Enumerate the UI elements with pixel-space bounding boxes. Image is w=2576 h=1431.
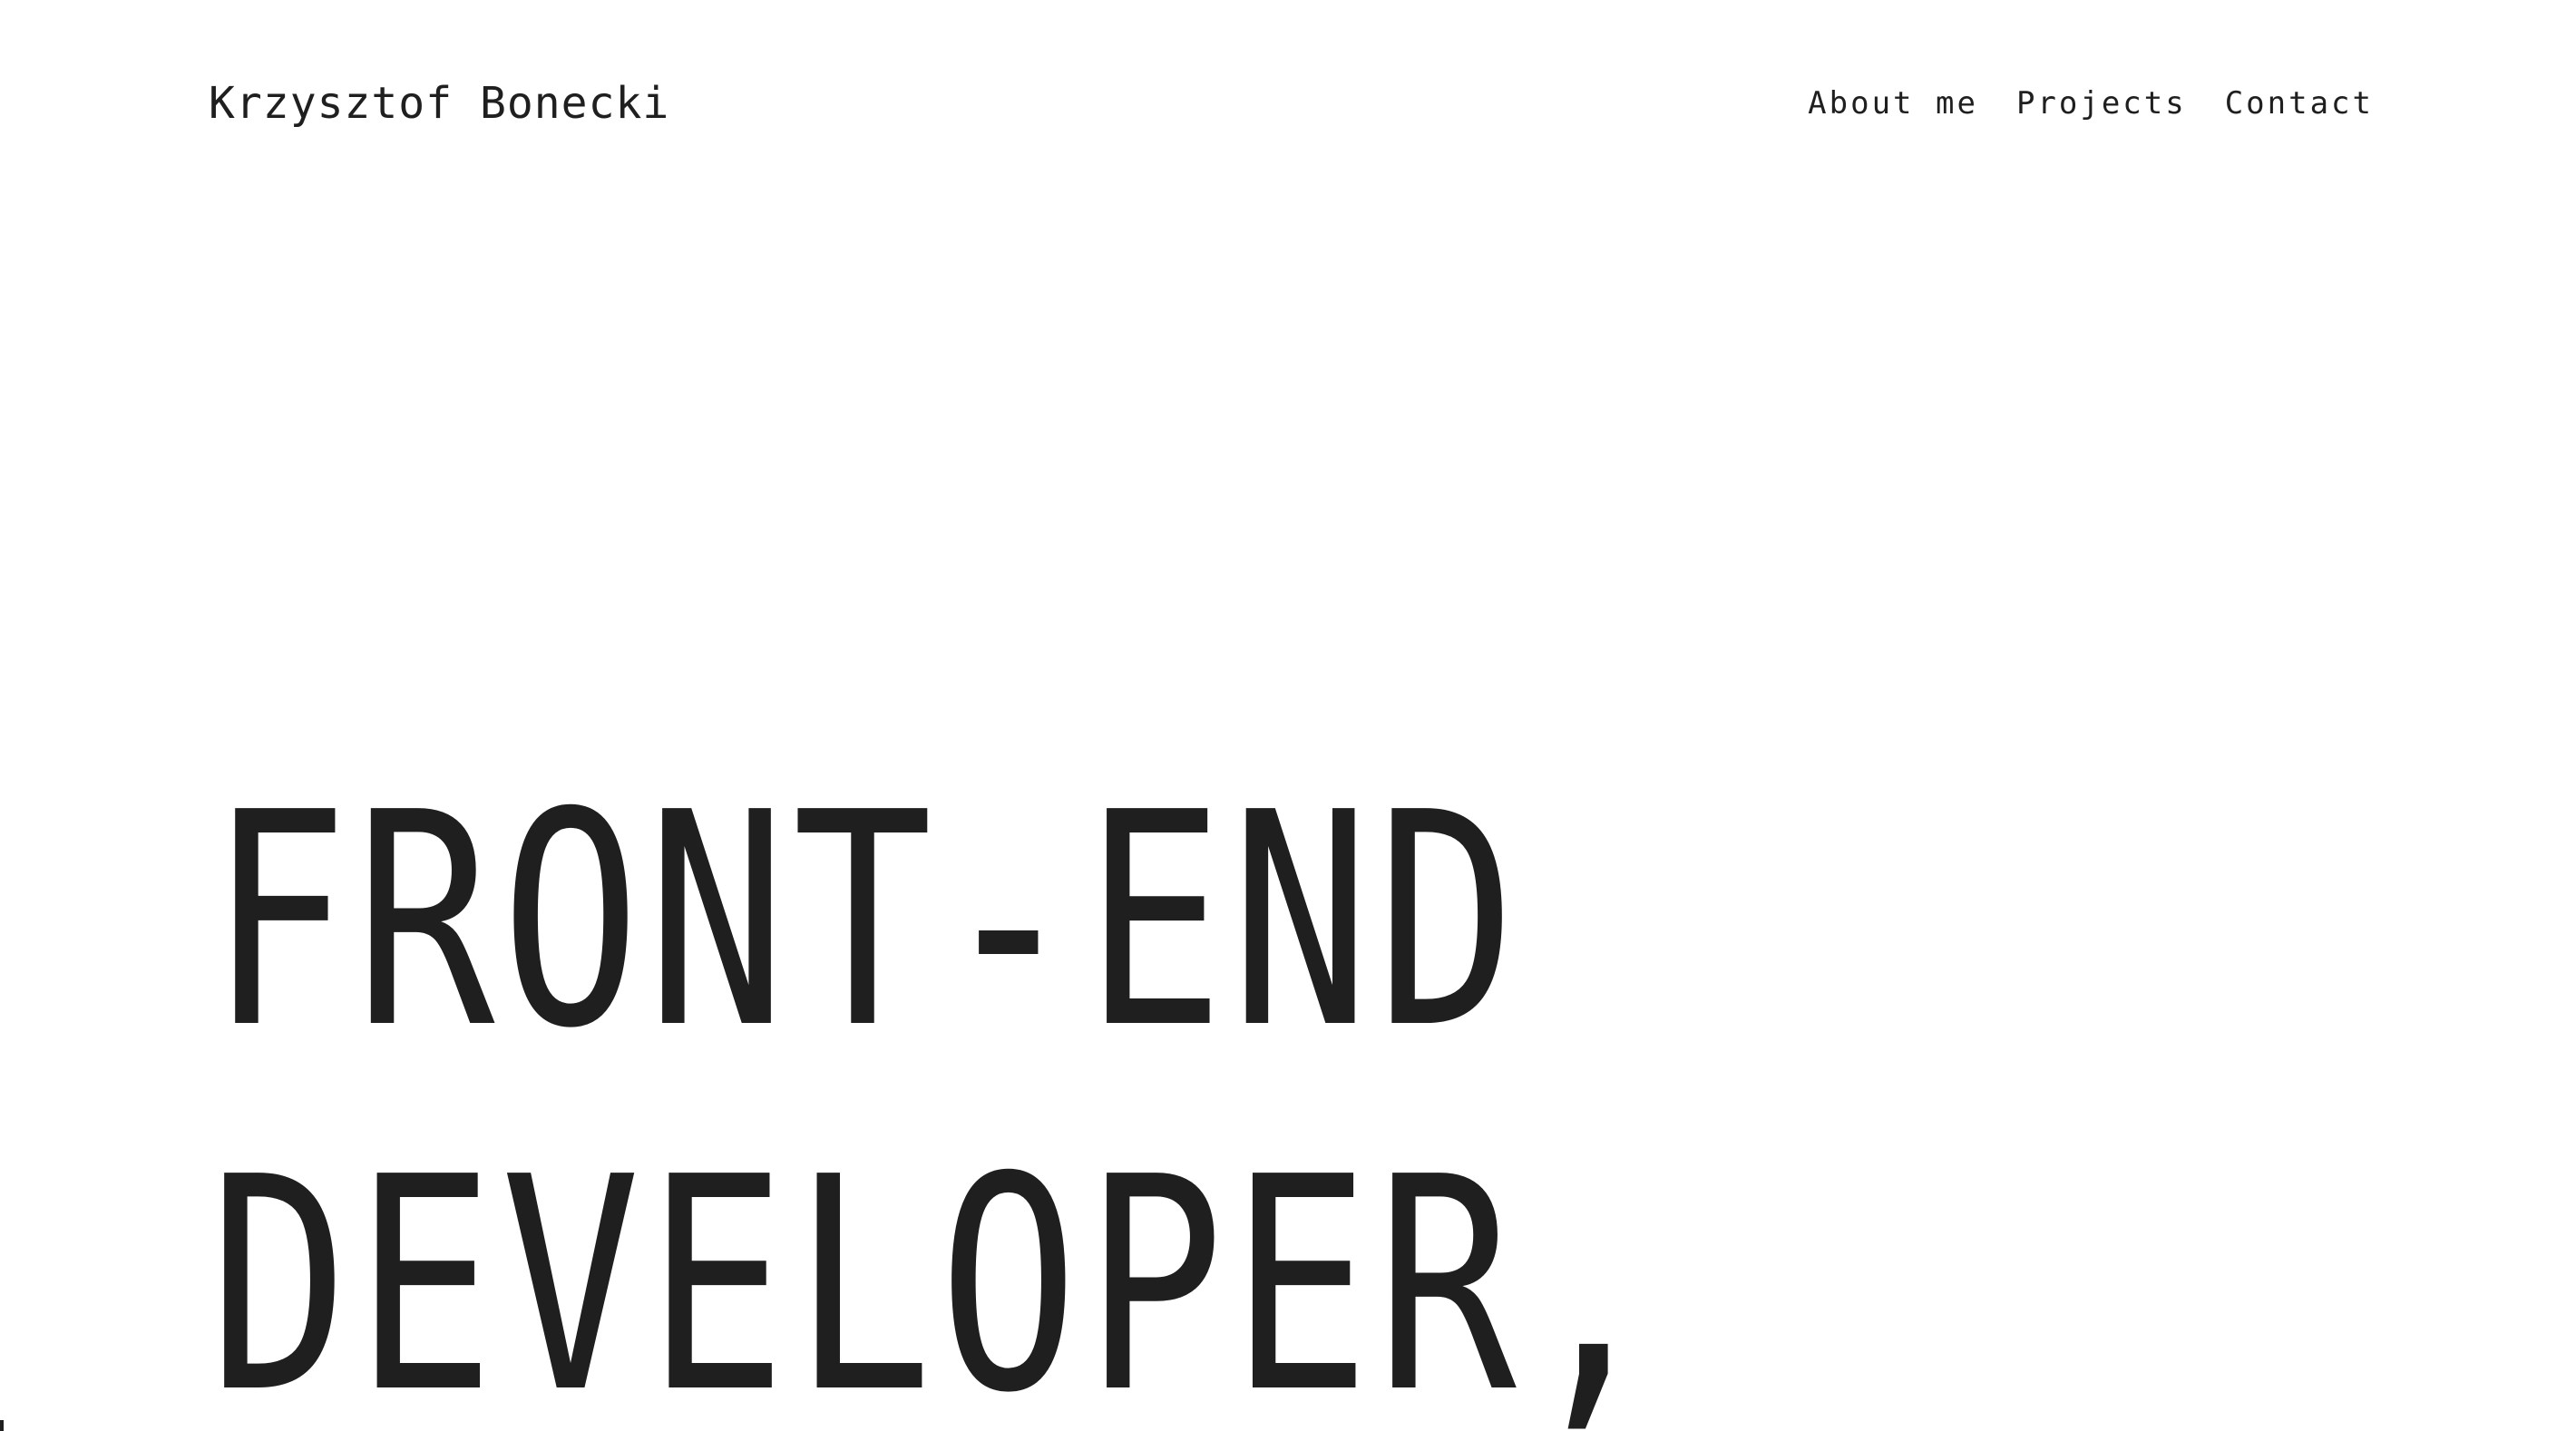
nav-link-about-me[interactable]: About me (1808, 82, 1978, 125)
nav-link-projects[interactable]: Projects (2016, 82, 2187, 125)
site-header: Krzysztof Bonecki About me Projects Cont… (0, 0, 2576, 209)
hero-title-line-1: FRONT-END (209, 749, 1523, 1093)
nav-link-contact[interactable]: Contact (2225, 82, 2374, 125)
hero-section: FRONT-END DEVELOPER, (209, 739, 2440, 1431)
site-logo-name[interactable]: Krzysztof Bonecki (209, 74, 669, 132)
main-navigation: About me Projects Contact (1808, 82, 2374, 125)
hero-title-line-2: DEVELOPER, (209, 1114, 1668, 1431)
bottom-left-mark (0, 1420, 4, 1431)
